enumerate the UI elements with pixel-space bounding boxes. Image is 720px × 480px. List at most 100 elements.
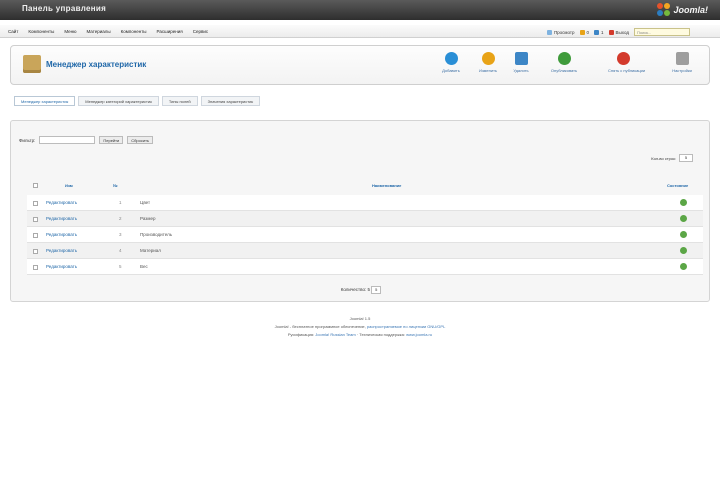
page-footer: Joomla! 1.5 Joomla! - бесплатное програм…: [0, 315, 720, 339]
users-icon: [594, 29, 600, 35]
filter-reset-button[interactable]: Сбросить: [127, 136, 154, 144]
delete-button[interactable]: Удалить: [506, 52, 536, 73]
tab-categories[interactable]: Менеджер категорий характеристик: [78, 96, 159, 106]
row-edit-link[interactable]: Редактировать: [46, 232, 77, 237]
search-input[interactable]: Поиск...: [634, 28, 690, 36]
publish-icon: [557, 52, 571, 65]
new-button[interactable]: Добавить: [436, 52, 466, 73]
status-area: Просмотр 0 1 Выход Поиск...: [546, 28, 690, 36]
select-all-checkbox[interactable]: [33, 183, 38, 188]
joomla-logo-icon: [657, 3, 671, 17]
row-name: Цвет: [140, 200, 151, 205]
page-title: Менеджер характеристик: [46, 60, 147, 69]
table-row: Редактировать 1 Цвет: [27, 195, 703, 211]
tab-values[interactable]: Значения характеристик: [200, 96, 261, 106]
row-number: 1: [119, 200, 122, 205]
row-checkbox[interactable]: [33, 233, 38, 238]
publish-button[interactable]: Опубликовать: [549, 52, 579, 73]
row-checkbox[interactable]: [33, 249, 38, 254]
footer-credits-line: Русификация: Joomla! Russian Team · Техн…: [0, 331, 720, 339]
menu-item-menu[interactable]: Меню: [64, 29, 76, 34]
pagination-label: Количество: 5: [340, 287, 370, 293]
tab-field-types[interactable]: Типы полей: [161, 96, 198, 106]
logout-icon: [608, 29, 614, 35]
header-state[interactable]: Состояние: [667, 183, 688, 188]
row-name: Материал: [140, 248, 161, 253]
published-icon[interactable]: [680, 231, 687, 238]
menu-item-content[interactable]: Материалы: [87, 29, 111, 34]
messages-icon: [579, 29, 585, 35]
joomla-logo: Joomla!: [657, 3, 708, 17]
status-users[interactable]: 1: [594, 29, 604, 35]
window-title: Панель управления: [22, 4, 107, 13]
tab-characteristics[interactable]: Менеджер характеристик: [14, 96, 76, 106]
list-panel: Фильтр: Перейти Сбросить Кол-во строк: 5…: [10, 120, 710, 302]
main-menu: Сайт Компоненты Меню Материалы Компонент…: [8, 29, 208, 34]
table-row: Редактировать 5 Вес: [27, 259, 703, 275]
menu-item-site[interactable]: Сайт: [8, 29, 18, 34]
table-row: Редактировать 3 Производитель: [27, 227, 703, 243]
status-messages[interactable]: 0: [579, 29, 589, 35]
row-edit-link[interactable]: Редактировать: [46, 264, 77, 269]
footer-license-line: Joomla! - бесплатное программное обеспеч…: [0, 323, 720, 331]
unpublish-icon: [616, 52, 630, 65]
status-preview[interactable]: Просмотр: [546, 29, 575, 35]
unpublish-button[interactable]: Снять с публикации: [608, 52, 645, 73]
row-edit-link[interactable]: Редактировать: [46, 216, 77, 221]
preview-icon: [546, 29, 552, 35]
submenu-tabs: Менеджер характеристик Менеджер категори…: [14, 96, 261, 106]
published-icon[interactable]: [680, 263, 687, 270]
trash-icon: [514, 52, 528, 65]
display-limit: Кол-во строк: 5: [651, 154, 693, 162]
header-name[interactable]: Наименование: [372, 183, 401, 188]
options-icon: [675, 52, 689, 65]
menu-item-tools[interactable]: Сервис: [193, 29, 208, 34]
table-row: Редактировать 2 Размер: [27, 211, 703, 227]
row-edit-link[interactable]: Редактировать: [46, 200, 77, 205]
add-icon: [444, 52, 458, 65]
header-number[interactable]: №: [113, 183, 117, 188]
pagination: Количество: 5 5: [11, 286, 711, 294]
published-icon[interactable]: [680, 247, 687, 254]
menu-item-components[interactable]: Компоненты: [28, 29, 54, 34]
top-menubar: Сайт Компоненты Меню Материалы Компонент…: [0, 25, 720, 38]
row-number: 5: [119, 264, 122, 269]
edit-button[interactable]: Изменить: [473, 52, 503, 73]
row-number: 3: [119, 232, 122, 237]
filter-bar: Фильтр: Перейти Сбросить: [19, 136, 154, 144]
table-body: Редактировать 1 Цвет Редактировать 2 Раз…: [27, 195, 703, 275]
table-row: Редактировать 4 Материал: [27, 243, 703, 259]
row-checkbox[interactable]: [33, 201, 38, 206]
menu-item-components-2[interactable]: Компоненты: [121, 29, 147, 34]
row-name: Производитель: [140, 232, 173, 237]
filter-go-button[interactable]: Перейти: [99, 136, 124, 144]
published-icon[interactable]: [680, 215, 687, 222]
edit-icon: [481, 52, 495, 65]
status-logout[interactable]: Выход: [608, 29, 629, 35]
filter-label: Фильтр:: [19, 137, 36, 143]
window-titlebar: Панель управления Joomla!: [0, 0, 720, 20]
options-button[interactable]: Настройки: [667, 52, 697, 73]
row-checkbox[interactable]: [33, 265, 38, 270]
footer-license-text: Joomla! - бесплатное программное обеспеч…: [274, 324, 366, 329]
row-checkbox[interactable]: [33, 217, 38, 222]
filter-input[interactable]: [39, 136, 96, 144]
footer-support-link[interactable]: www.joomla.ru: [406, 332, 432, 337]
row-name: Вес: [140, 264, 148, 269]
footer-license-link[interactable]: распространяемое по лицензии GNU/GPL: [367, 324, 445, 329]
footer-version: Joomla! 1.5: [349, 316, 371, 321]
published-icon[interactable]: [680, 199, 687, 206]
row-number: 2: [119, 216, 122, 221]
table-header: Изм № Наименование Состояние: [27, 183, 703, 191]
display-label: Кол-во строк:: [651, 155, 676, 161]
row-number: 4: [119, 248, 122, 253]
display-select[interactable]: 5: [679, 154, 693, 162]
joomla-logo-text: Joomla!: [673, 5, 708, 15]
pagination-select[interactable]: 5: [371, 286, 382, 294]
row-edit-link[interactable]: Редактировать: [46, 248, 77, 253]
menu-item-extensions[interactable]: Расширения: [157, 29, 183, 34]
toolbar: Менеджер характеристик Добавить Изменить…: [10, 45, 710, 85]
footer-team-link[interactable]: Joomla! Russian Team: [315, 332, 355, 337]
footer-support-text: · Техническая поддержка:: [356, 332, 405, 337]
header-edit[interactable]: Изм: [65, 183, 73, 188]
